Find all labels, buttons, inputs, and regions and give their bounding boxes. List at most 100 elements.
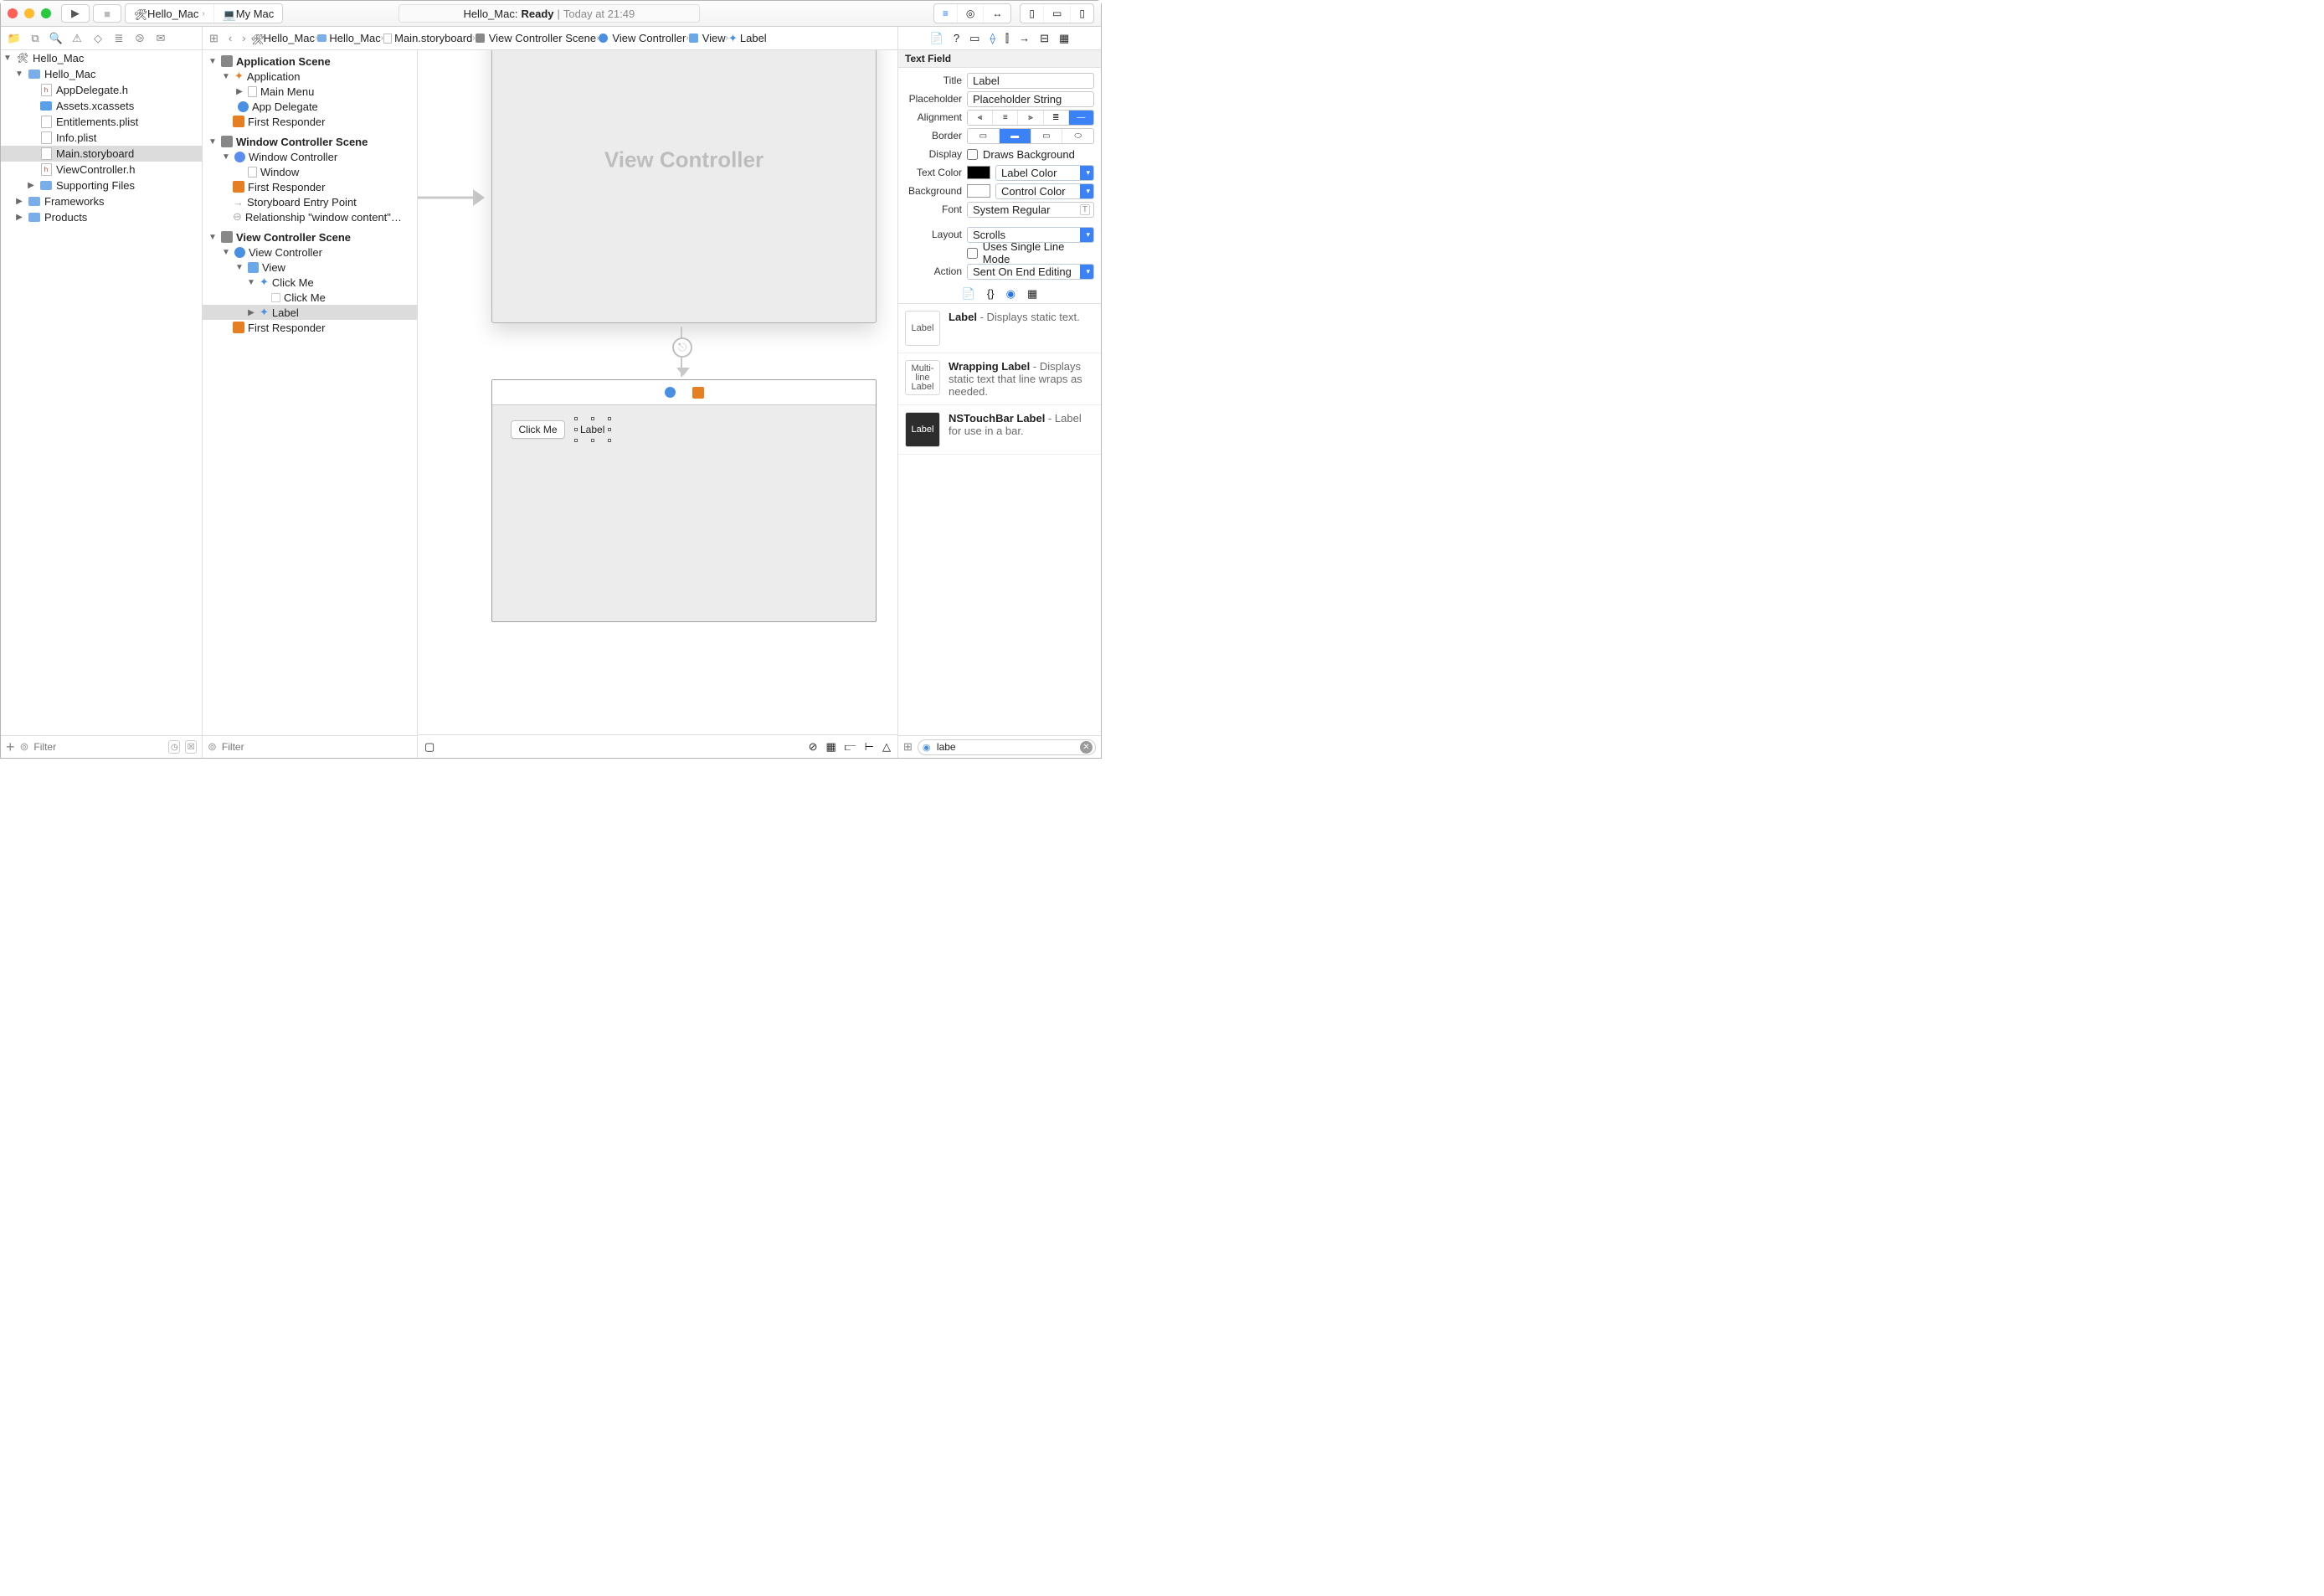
back-button[interactable]: ‹ <box>224 32 237 44</box>
version-editor-button[interactable]: ↔ <box>984 4 1010 23</box>
crumb[interactable]: View Controller Scene <box>489 32 596 44</box>
issue-nav-icon[interactable]: ⚠ <box>70 32 84 45</box>
outline-item[interactable]: Relationship "window content" to "... <box>245 211 404 224</box>
outline-item[interactable]: First Responder <box>248 116 325 128</box>
border-segmented[interactable]: ▭▬▭⬭ <box>967 128 1094 144</box>
library-item[interactable]: Multi- line Label Wrapping Label - Displ… <box>898 353 1101 405</box>
folder-item[interactable]: Frameworks <box>44 195 105 208</box>
outline-item[interactable]: View Controller <box>249 246 322 259</box>
outline-item[interactable]: Click Me <box>272 276 314 289</box>
window-controller-scene-canvas[interactable]: View Controller <box>491 50 877 323</box>
object-library[interactable]: Label Label - Displays static text. Mult… <box>898 304 1101 735</box>
report-nav-icon[interactable]: ✉ <box>154 32 167 45</box>
font-field[interactable]: System RegularT <box>967 202 1094 218</box>
project-tree[interactable]: ▼🛠Hello_Mac ▼Hello_Mac hAppDelegate.h As… <box>1 50 202 735</box>
bg-color-combo[interactable]: Control Color▾ <box>995 183 1094 199</box>
file-template-lib-icon[interactable]: 📄 <box>962 287 975 301</box>
single-line-checkbox[interactable]: Uses Single Line Mode <box>967 240 1094 265</box>
media-lib-icon[interactable]: ▦ <box>1027 287 1037 301</box>
navigator-filter-input[interactable] <box>33 741 163 753</box>
outline-item[interactable]: Main Menu <box>260 85 314 98</box>
add-button[interactable]: + <box>6 739 15 754</box>
file-item[interactable]: Entitlements.plist <box>56 116 138 128</box>
help-inspector-icon[interactable]: ? <box>954 32 959 44</box>
scene-header[interactable]: Application Scene <box>236 55 331 68</box>
attributes-inspector-icon[interactable]: ⟠ <box>990 32 995 45</box>
identity-inspector-icon[interactable]: ▭ <box>969 32 979 45</box>
breakpoint-nav-icon[interactable]: ⧁ <box>133 32 147 45</box>
outline-item[interactable]: Application <box>247 70 301 83</box>
library-item[interactable]: Label Label - Displays static text. <box>898 304 1101 353</box>
file-item[interactable]: Info.plist <box>56 131 96 144</box>
jump-bar[interactable]: ⊞ ‹ › 🛠Hello_Mac› Hello_Mac› Main.storyb… <box>203 27 897 50</box>
embed-button[interactable]: ▦ <box>826 740 836 754</box>
layout-combo[interactable]: Scrolls▾ <box>967 227 1094 243</box>
crumb[interactable]: View Controller <box>612 32 686 44</box>
action-combo[interactable]: Sent On End Editing▾ <box>967 264 1094 280</box>
crumb[interactable]: Hello_Mac <box>264 32 315 44</box>
toggle-inspector-button[interactable]: ▯ <box>1071 4 1093 23</box>
standard-editor-button[interactable]: ≡ <box>934 4 958 23</box>
first-responder-icon[interactable] <box>692 387 704 399</box>
resolve-button[interactable]: △ <box>882 740 891 754</box>
assistant-editor-button[interactable]: ◎ <box>958 4 984 23</box>
project-nav-icon[interactable]: 📁 <box>8 32 21 45</box>
scene-dock[interactable] <box>492 380 876 405</box>
recent-filter-button[interactable]: ◷ <box>168 740 180 754</box>
minimize-window-icon[interactable] <box>24 8 34 18</box>
crumb[interactable]: Label <box>740 32 767 44</box>
ib-canvas[interactable]: View Controller ⎋ Click Me <box>418 50 897 758</box>
connections-inspector-icon[interactable]: → <box>1019 32 1030 44</box>
outline-filter-input[interactable] <box>222 741 412 753</box>
forward-button[interactable]: › <box>237 32 250 44</box>
crumb[interactable]: Hello_Mac <box>329 32 380 44</box>
scm-filter-button[interactable]: ☒ <box>185 740 197 754</box>
stop-button[interactable]: ■ <box>93 4 121 23</box>
find-nav-icon[interactable]: 🔍 <box>49 32 63 45</box>
close-window-icon[interactable] <box>8 8 18 18</box>
outline-item[interactable]: Window <box>260 166 299 178</box>
file-item[interactable]: Assets.xcassets <box>56 100 134 112</box>
outline-item[interactable]: First Responder <box>248 181 325 193</box>
title-input[interactable]: Label <box>967 73 1094 89</box>
source-control-nav-icon[interactable]: ⧉ <box>28 32 42 45</box>
crumb[interactable]: Main.storyboard <box>394 32 472 44</box>
file-item[interactable]: AppDelegate.h <box>56 84 128 96</box>
scene-header[interactable]: Window Controller Scene <box>236 136 368 148</box>
scene-header[interactable]: View Controller Scene <box>236 231 351 244</box>
size-inspector-icon[interactable]: ⫿ <box>1005 32 1009 45</box>
zoom-window-icon[interactable] <box>41 8 51 18</box>
crumb[interactable]: View <box>702 32 726 44</box>
view-controller-icon[interactable] <box>665 387 676 398</box>
related-items-icon[interactable]: ⊞ <box>204 32 224 45</box>
pin-button[interactable]: ⊢ <box>865 740 874 754</box>
filter-scope-icon[interactable]: ◉ <box>923 742 931 753</box>
folder-item[interactable]: Supporting Files <box>56 179 135 192</box>
scheme-selector[interactable]: 🛠Hello_Mac› 💻My Mac <box>125 3 283 23</box>
run-button[interactable]: ▶ <box>61 4 90 23</box>
outline-item[interactable]: Window Controller <box>249 151 337 163</box>
click-me-button[interactable]: Click Me <box>511 420 565 439</box>
text-color-swatch[interactable] <box>967 166 990 179</box>
outline-item[interactable]: App Delegate <box>252 100 318 113</box>
library-item[interactable]: Label NSTouchBar Label - Label for use i… <box>898 405 1101 455</box>
bg-color-swatch[interactable] <box>967 184 990 198</box>
outline-item[interactable]: View <box>262 261 285 274</box>
folder-item[interactable]: Hello_Mac <box>44 68 95 80</box>
segue-icon[interactable]: ⎋ <box>672 337 692 358</box>
effects-inspector-icon[interactable]: ▦ <box>1059 32 1069 45</box>
outline-item[interactable]: Click Me <box>284 291 326 304</box>
placeholder-input[interactable]: Placeholder String <box>967 91 1094 107</box>
outline-item[interactable]: First Responder <box>248 322 325 334</box>
label-control-selected[interactable]: Label <box>576 419 609 440</box>
grid-view-icon[interactable]: ⊞ <box>903 740 913 754</box>
toggle-outline-button[interactable]: ▢ <box>424 740 434 754</box>
outline-item-selected[interactable]: Label <box>272 306 299 319</box>
bindings-inspector-icon[interactable]: ⊟ <box>1040 32 1049 45</box>
outline-item[interactable]: Storyboard Entry Point <box>247 196 357 209</box>
trait-button[interactable]: ⊘ <box>809 740 818 754</box>
library-filter-input[interactable] <box>918 739 1096 755</box>
test-nav-icon[interactable]: ◇ <box>91 32 105 45</box>
folder-item[interactable]: Products <box>44 211 87 224</box>
toggle-navigator-button[interactable]: ▯ <box>1021 4 1044 23</box>
